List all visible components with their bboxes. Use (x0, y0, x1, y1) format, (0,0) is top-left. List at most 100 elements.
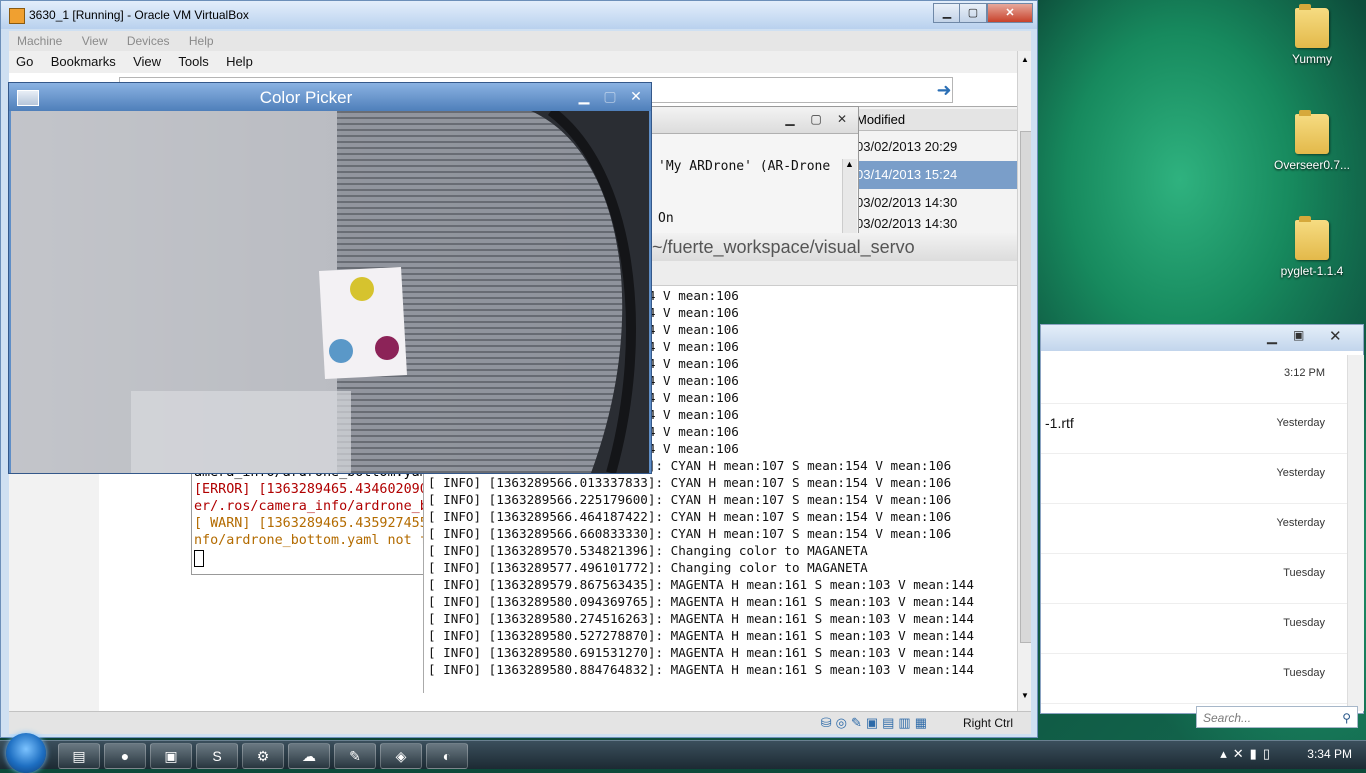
maximize-button[interactable]: ▢ (808, 111, 824, 127)
terminal-line: [ INFO] [1363289580.274516263]: MAGENTA … (428, 611, 974, 626)
maximize-button[interactable]: ▢ (959, 3, 987, 23)
picker-icon: ◐ (442, 748, 452, 764)
list-item[interactable]: Tuesday (1041, 603, 1349, 654)
list-item[interactable]: Yesterday (1041, 453, 1349, 504)
search-input[interactable]: Search... ⚲ (1196, 706, 1358, 728)
menu-devices[interactable]: Devices (119, 31, 178, 51)
terminal-line: [ INFO] [1363289577.496101772]: Changing… (428, 560, 868, 575)
desktop-icon-pyglet[interactable]: pyglet-1.1.4 (1272, 216, 1352, 278)
start-button[interactable] (6, 733, 46, 773)
minimize-button[interactable]: ▁ (933, 3, 961, 23)
list-item[interactable]: Tuesday (1041, 553, 1349, 604)
maximize-button[interactable]: ▢ (601, 87, 619, 105)
terminal-line: [ INFO] [1363289580.527278870]: MAGENTA … (428, 628, 974, 643)
explorer-titlebar: ▁ ▣ ✕ (1041, 325, 1363, 351)
close-button[interactable]: ✕ (627, 87, 645, 105)
terminal-line: [ INFO] [1363289580.691531270]: MAGENTA … (428, 645, 974, 660)
terminal-line: [ INFO] [1363289580.884764832]: MAGENTA … (428, 662, 974, 677)
taskbar-firefox[interactable]: ● (104, 743, 146, 769)
vertical-scrollbar[interactable] (1347, 355, 1364, 711)
taskbar-steam[interactable]: ⚙ (242, 743, 284, 769)
minimize-button[interactable]: ▁ (575, 87, 593, 105)
taskbar: ▤ ● ▣ S ⚙ ☁ ✎ ◈ ◐ ▴✕▮▯ 3:34 PM (0, 733, 1366, 773)
browser-menubar: Go Bookmarks View Tools Help (9, 51, 1031, 73)
folder-icon (1295, 110, 1329, 154)
cyan-dot (329, 339, 353, 363)
host-key-label: Right Ctrl (962, 716, 1013, 730)
list-item[interactable]: -1.rtf Yesterday (1041, 403, 1349, 454)
virtualbox-menubar: Machine View Devices Help (9, 31, 1031, 52)
network-icon: ☁ (302, 748, 316, 764)
taskbar-app[interactable]: ▣ (150, 743, 192, 769)
column-header-modified[interactable]: Modified (850, 109, 1022, 131)
camera-feed (11, 111, 649, 473)
minimize-button[interactable]: ▁ (1267, 329, 1277, 345)
color-picker-titlebar: Color Picker ▁ ▢ ✕ (9, 83, 651, 111)
desktop-icon-label: Overseer0.7... (1273, 158, 1351, 172)
maximize-button[interactable]: ▣ (1293, 328, 1304, 342)
terminal-line: [ INFO] [1363289566.464187422]: CYAN H m… (428, 509, 952, 524)
list-item[interactable]: 3:12 PM (1041, 353, 1349, 404)
scroll-up-icon[interactable]: ▲ (1021, 55, 1029, 64)
menu-view[interactable]: View (126, 51, 168, 72)
menu-machine[interactable]: Machine (9, 31, 70, 51)
taskbar-virtualbox[interactable]: ◈ (380, 743, 422, 769)
taskbar-explorer[interactable]: ▤ (58, 743, 100, 769)
taskbar-notepad[interactable]: ✎ (334, 743, 376, 769)
menu-help[interactable]: Help (219, 51, 260, 72)
notepad-icon: ✎ (349, 748, 361, 764)
list-item[interactable]: Yesterday (1041, 503, 1349, 554)
terminal-output: amera_info/ardrone_bottom.yaml[ERROR] [1… (194, 465, 425, 548)
folder-icon (1295, 216, 1329, 260)
system-tray-icons[interactable]: ▴✕▮▯ (1220, 746, 1276, 762)
scroll-up-icon[interactable]: ▲ (845, 159, 854, 169)
scroll-down-icon[interactable]: ▼ (1021, 691, 1029, 700)
magenta-dot (375, 336, 399, 360)
menu-bookmarks[interactable]: Bookmarks (44, 51, 123, 72)
vertical-scrollbar[interactable]: ▲ ▼ (1017, 51, 1031, 711)
app-icon: ▣ (164, 748, 178, 764)
terminal-cursor (194, 550, 204, 567)
terminal-line: [ INFO] [1363289566.225179600]: CYAN H m… (428, 492, 952, 507)
terminal-line: [ INFO] [1363289566.013337833]: CYAN H m… (428, 475, 952, 490)
table-row[interactable]: 03/02/2013 20:29 (850, 133, 1022, 161)
minimize-button[interactable]: ▁ (782, 111, 798, 127)
close-button[interactable]: ✕ (1329, 327, 1342, 345)
explorer-window: ▁ ▣ ✕ 3:12 PM -1.rtf Yesterday Yesterday … (1040, 324, 1364, 714)
menu-view[interactable]: View (74, 31, 116, 51)
yellow-dot (350, 277, 374, 301)
list-item[interactable]: Tuesday (1041, 653, 1349, 704)
table-row-selected[interactable]: 03/14/2013 15:24 (850, 161, 1022, 189)
dialog-text: 'My ARDrone' (AR-Drone (658, 159, 831, 174)
firefox-icon: ● (120, 748, 130, 764)
terminal-line: [ INFO] [1363289580.094369765]: MAGENTA … (428, 594, 974, 609)
terminal-line: [ INFO] [1363289579.867563435]: MAGENTA … (428, 577, 974, 592)
desktop-icon-overseer[interactable]: Overseer0.7... (1272, 110, 1352, 172)
taskbar-network[interactable]: ☁ (288, 743, 330, 769)
dialog-text-2: On (658, 211, 674, 226)
window-title: Color Picker (259, 88, 353, 107)
table-row[interactable]: 03/02/2013 14:30 (850, 217, 1022, 229)
desktop-icon-yummy[interactable]: Yummy (1272, 4, 1352, 66)
color-picker-window: Color Picker ▁ ▢ ✕ (8, 82, 652, 474)
scrollbar-thumb[interactable] (1020, 131, 1031, 643)
device-status-icons[interactable]: ⛁◎✎▣▤▥▦ (821, 715, 931, 731)
menu-help[interactable]: Help (181, 31, 222, 51)
virtualbox-app-icon (9, 8, 25, 24)
window-title: 3630_1 [Running] - Oracle VM VirtualBox (29, 8, 249, 22)
search-icon[interactable]: ⚲ (1342, 707, 1351, 729)
folder-icon (1295, 4, 1329, 48)
menu-go[interactable]: Go (9, 51, 40, 72)
camera-image[interactable] (11, 111, 649, 473)
desktop-icon-label: pyglet-1.1.4 (1280, 264, 1344, 278)
taskbar-clock[interactable]: 3:34 PM (1307, 747, 1352, 761)
skype-icon: S (212, 748, 222, 764)
dialog-titlebar: ▁ ▢ ✕ (650, 107, 858, 134)
go-arrow-icon[interactable]: ➜ (933, 79, 955, 101)
table-row[interactable]: 03/02/2013 14:30 (850, 189, 1022, 217)
taskbar-skype[interactable]: S (196, 743, 238, 769)
close-button[interactable]: ✕ (834, 111, 850, 127)
close-button[interactable]: ✕ (987, 3, 1033, 23)
menu-tools[interactable]: Tools (171, 51, 215, 72)
taskbar-colorpicker[interactable]: ◐ (426, 743, 468, 769)
